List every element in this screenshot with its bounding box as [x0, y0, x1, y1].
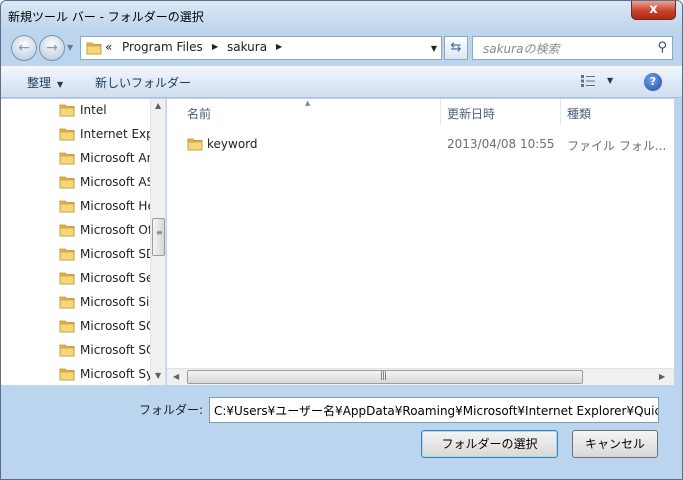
- address-overflow-chevron[interactable]: «: [105, 40, 112, 54]
- navigation-row: ← → ▼ « Program Files ▶ sakura ▶ ▼ ⇆ sak…: [1, 31, 682, 63]
- back-button[interactable]: ←: [11, 35, 37, 61]
- folder-icon: [59, 247, 75, 261]
- folder-icon: [59, 199, 75, 213]
- folder-icon: [86, 41, 102, 55]
- title-bar: 新規ツール バー - フォルダーの選択 x: [1, 1, 682, 31]
- folder-icon: [187, 137, 203, 151]
- organize-label: 整理: [27, 76, 52, 90]
- folder-field-label: フォルダー:: [139, 403, 204, 417]
- new-folder-button[interactable]: 新しいフォルダー: [95, 74, 191, 91]
- column-header-type[interactable]: 種類: [567, 105, 591, 122]
- tree-item[interactable]: Microsoft He: [59, 195, 151, 219]
- folder-path-value: C:¥Users¥ユーザー名¥AppData¥Roaming¥Microsoft…: [214, 404, 659, 418]
- file-type: ファイル フォル...: [567, 139, 667, 153]
- forward-button[interactable]: →: [39, 35, 65, 61]
- scroll-left-icon[interactable]: ◀: [173, 372, 179, 381]
- organize-menu[interactable]: 整理 ▼: [27, 74, 63, 91]
- folder-icon: [59, 271, 75, 285]
- address-bar[interactable]: « Program Files ▶ sakura ▶ ▼: [80, 36, 442, 60]
- horizontal-scrollbar[interactable]: ◀ ||| ▶: [167, 368, 674, 385]
- select-folder-button[interactable]: フォルダーの選択: [421, 430, 558, 458]
- scrollbar-thumb[interactable]: |||: [187, 370, 583, 384]
- tree-item[interactable]: Intel: [59, 99, 151, 123]
- search-input[interactable]: sakuraの検索 ⚲: [472, 36, 673, 60]
- chevron-right-icon[interactable]: ▶: [276, 42, 282, 51]
- folder-path-field[interactable]: C:¥Users¥ユーザー名¥AppData¥Roaming¥Microsoft…: [209, 397, 659, 423]
- tree-item-label: Microsoft Of: [80, 223, 151, 237]
- file-name: keyword: [207, 137, 258, 151]
- recent-pages-dropdown[interactable]: ▼: [67, 43, 73, 52]
- address-dropdown-icon[interactable]: ▼: [431, 44, 437, 53]
- refresh-button[interactable]: ⇆: [444, 36, 468, 60]
- file-list-pane: ▲ 名前 更新日時 種類 keyword 2013/04/08 10:55 ファ…: [167, 99, 674, 385]
- column-header-date[interactable]: 更新日時: [447, 105, 495, 122]
- folder-icon: [59, 295, 75, 309]
- tree-item-label: Microsoft Sy: [80, 367, 151, 381]
- tree-item[interactable]: Microsoft Of: [59, 219, 151, 243]
- breadcrumb-program-files[interactable]: Program Files: [122, 40, 203, 54]
- tree-item[interactable]: Microsoft An: [59, 147, 151, 171]
- tree-item[interactable]: Microsoft SQ: [59, 339, 151, 363]
- tree-item[interactable]: Microsoft SQ: [59, 315, 151, 339]
- folder-icon: [59, 103, 75, 117]
- folder-icon: [59, 343, 75, 357]
- window-title: 新規ツール バー - フォルダーの選択: [8, 10, 204, 24]
- column-divider[interactable]: [560, 99, 561, 125]
- navigation-tree: Intel Internet Exp Microsoft An Microsoft A…: [1, 99, 166, 385]
- chevron-right-icon[interactable]: ▶: [212, 42, 218, 51]
- command-toolbar: 整理 ▼ 新しいフォルダー ▼ ?: [1, 65, 682, 98]
- chevron-down-icon: ▼: [57, 80, 64, 89]
- view-options-icon[interactable]: [581, 75, 595, 87]
- tree-item[interactable]: Microsoft Sy: [59, 363, 151, 385]
- folder-icon: [59, 127, 75, 141]
- breadcrumb-sakura[interactable]: sakura: [227, 40, 267, 54]
- tree-item[interactable]: Microsoft SD: [59, 243, 151, 267]
- folder-icon: [59, 319, 75, 333]
- scroll-up-icon[interactable]: ▲: [155, 101, 161, 110]
- list-item[interactable]: keyword 2013/04/08 10:55 ファイル フォル...: [183, 135, 673, 157]
- tree-item-label: Intel: [80, 103, 107, 117]
- tree-item[interactable]: Microsoft AS: [59, 171, 151, 195]
- sort-ascending-icon: ▲: [305, 99, 311, 107]
- tree-item-label: Microsoft SQ: [80, 319, 151, 333]
- tree-item-label: Microsoft AS: [80, 175, 151, 189]
- column-header-name[interactable]: 名前: [187, 105, 211, 122]
- tree-item-label: Microsoft He: [80, 199, 151, 213]
- close-button[interactable]: x: [631, 1, 676, 20]
- scrollbar-thumb[interactable]: ≡: [152, 218, 165, 256]
- search-icon[interactable]: ⚲: [657, 40, 667, 55]
- folder-icon: [59, 175, 75, 189]
- view-dropdown-icon[interactable]: ▼: [607, 76, 613, 85]
- search-placeholder: sakuraの検索: [483, 42, 560, 56]
- tree-item-label: Microsoft SQ: [80, 343, 151, 357]
- scroll-down-icon[interactable]: ▼: [155, 371, 161, 380]
- folder-browser-dialog: 新規ツール バー - フォルダーの選択 x ← → ▼ « Program Fi…: [0, 0, 683, 480]
- tree-item-label: Microsoft Se: [80, 271, 151, 285]
- tree-item[interactable]: Microsoft Si: [59, 291, 151, 315]
- help-icon[interactable]: ?: [644, 73, 662, 91]
- scroll-right-icon[interactable]: ▶: [659, 372, 665, 381]
- folder-icon: [59, 223, 75, 237]
- folder-icon: [59, 151, 75, 165]
- tree-item[interactable]: Internet Exp: [59, 123, 151, 147]
- file-date: 2013/04/08 10:55: [447, 137, 555, 151]
- tree-item-label: Microsoft An: [80, 151, 151, 165]
- folder-icon: [59, 367, 75, 381]
- tree-vertical-scrollbar[interactable]: ▲ ≡ ▼: [150, 99, 165, 385]
- tree-item[interactable]: Microsoft Se: [59, 267, 151, 291]
- tree-item-label: Microsoft Si: [80, 295, 150, 309]
- tree-item-label: Internet Exp: [80, 127, 151, 141]
- cancel-button[interactable]: キャンセル: [572, 430, 658, 458]
- column-divider[interactable]: [440, 99, 441, 125]
- tree-item-label: Microsoft SD: [80, 247, 151, 261]
